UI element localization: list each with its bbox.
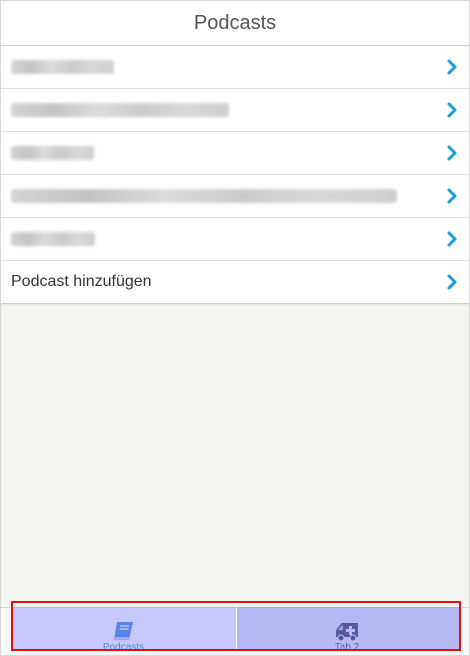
- chevron-right-icon: [447, 59, 457, 75]
- list-item[interactable]: [1, 175, 469, 218]
- tab-bar: Podcasts Tab 2: [1, 607, 469, 655]
- podcast-list: Podcast hinzufügen: [1, 46, 469, 304]
- list-item[interactable]: [1, 89, 469, 132]
- list-item[interactable]: [1, 218, 469, 261]
- book-icon: [113, 622, 133, 640]
- redacted-text: [11, 146, 94, 160]
- chevron-right-icon: [447, 274, 457, 290]
- page-title: Podcasts: [193, 12, 277, 34]
- redacted-text: [11, 60, 114, 74]
- redacted-text: [11, 103, 229, 117]
- tab-podcasts[interactable]: Podcasts: [11, 608, 236, 655]
- header-bar: Podcasts: [1, 1, 469, 46]
- redacted-text: [11, 232, 95, 246]
- list-item[interactable]: [1, 132, 469, 175]
- chevron-right-icon: [447, 102, 457, 118]
- app-frame: Podcasts Podcast hinzufügen Podcasts Tab…: [0, 0, 470, 656]
- chevron-right-icon: [447, 231, 457, 247]
- ambulance-icon: [336, 623, 358, 642]
- chevron-right-icon: [447, 145, 457, 161]
- add-podcast-item[interactable]: Podcast hinzufügen: [1, 261, 469, 303]
- tab-2[interactable]: Tab 2: [236, 608, 458, 655]
- add-podcast-label: Podcast hinzufügen: [11, 273, 152, 290]
- tab-podcasts-label: Podcasts: [102, 642, 145, 653]
- redacted-text: [11, 189, 397, 203]
- tab-2-label: Tab 2: [334, 642, 360, 653]
- list-item[interactable]: [1, 46, 469, 89]
- chevron-right-icon: [447, 188, 457, 204]
